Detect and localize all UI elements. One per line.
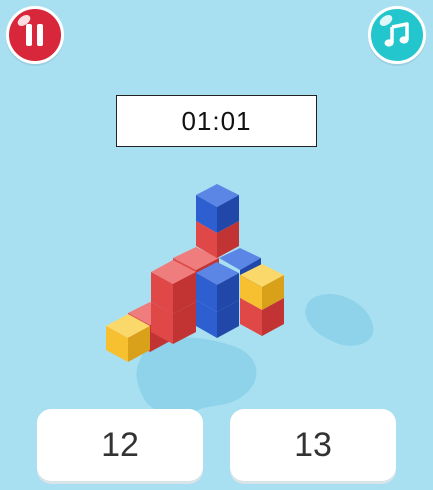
- answer-button-12[interactable]: 12: [37, 409, 203, 481]
- answer-button-13[interactable]: 13: [230, 409, 396, 481]
